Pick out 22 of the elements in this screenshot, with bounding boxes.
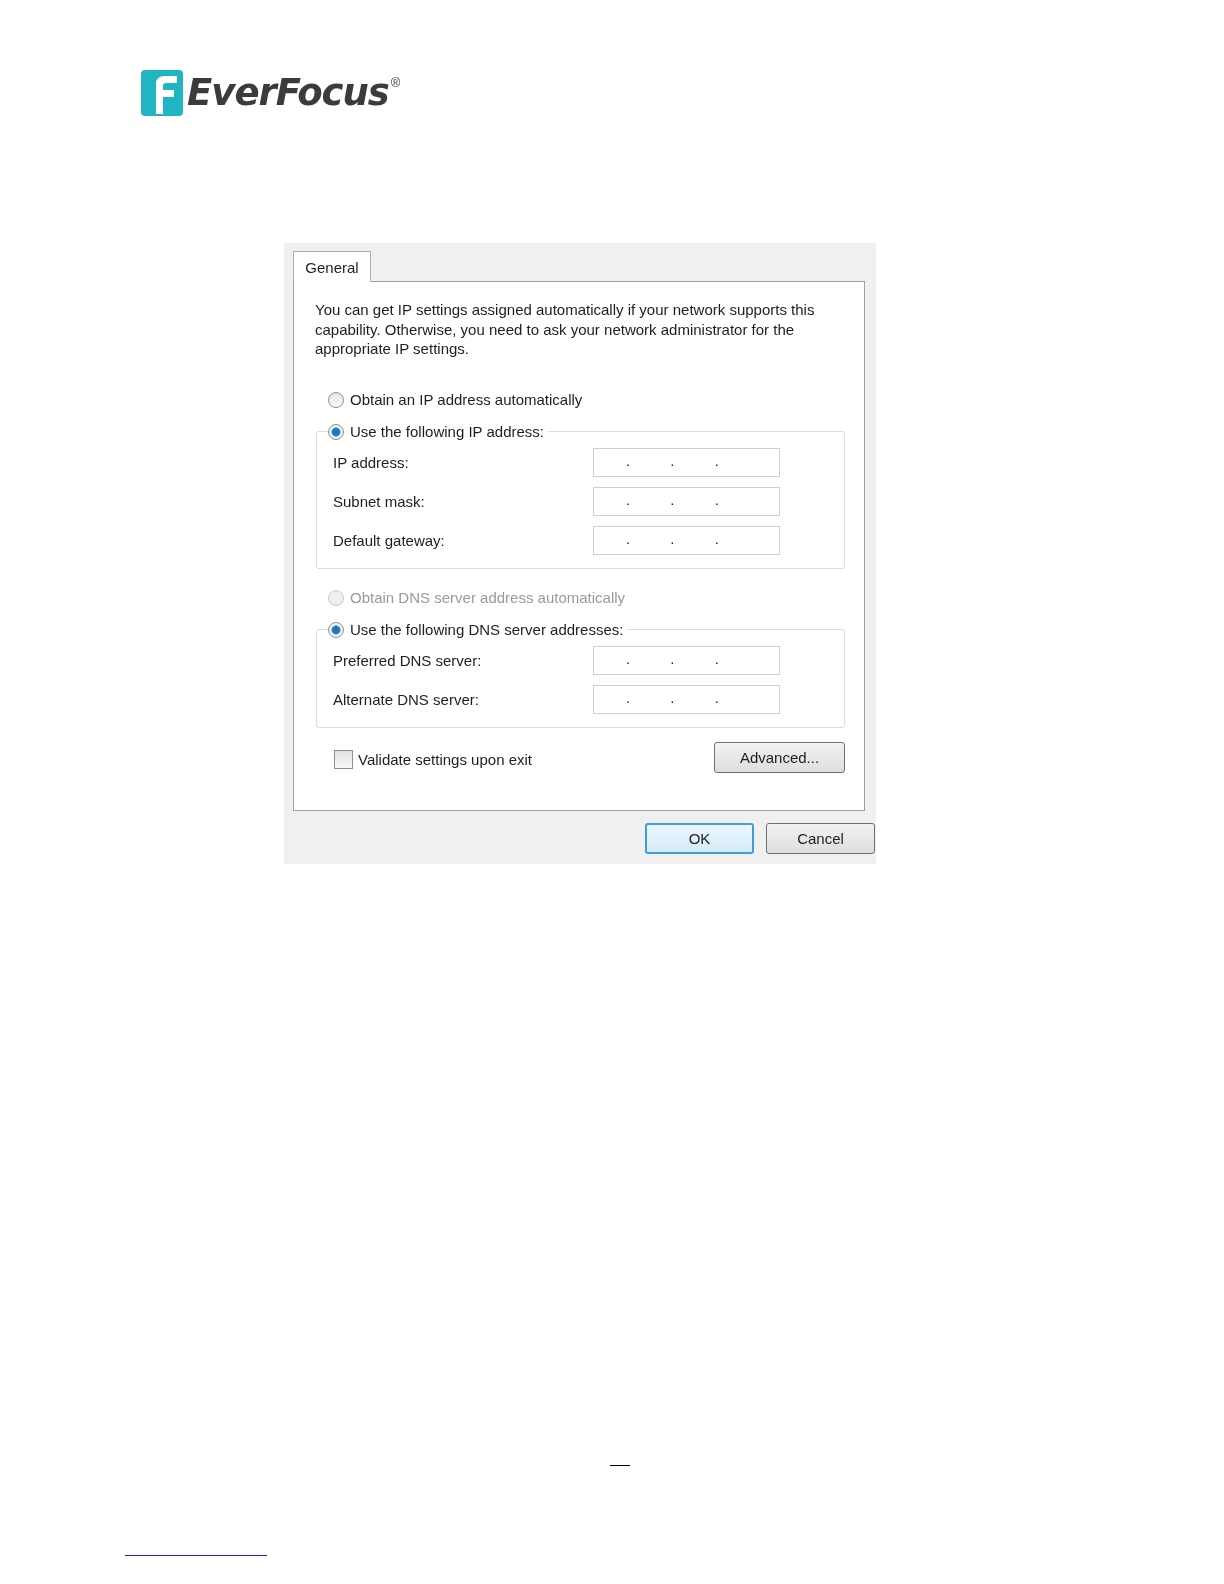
- field-label: Subnet mask:: [333, 492, 426, 510]
- field-label: Preferred DNS server:: [333, 651, 483, 669]
- advanced-button[interactable]: Advanced...: [714, 741, 845, 773]
- radio-option[interactable]: Use the following IP address:: [328, 420, 544, 443]
- dialog-button[interactable]: Cancel: [766, 823, 875, 854]
- radio-option[interactable]: Use the following DNS server addresses:: [328, 618, 624, 641]
- logo-icon: [141, 70, 183, 116]
- brand-name: EverFocus: [187, 70, 389, 116]
- ip-address-field[interactable]: . . .: [593, 447, 780, 477]
- dialog-button[interactable]: OK: [645, 823, 754, 854]
- radio-option[interactable]: Obtain an IP address automatically: [328, 388, 847, 411]
- ip-address-field[interactable]: . . .: [593, 645, 780, 675]
- field-label: Alternate DNS server:: [333, 690, 480, 708]
- field-label: Default gateway:: [333, 531, 446, 549]
- validate-checkbox[interactable]: Validate settings upon exit: [334, 749, 532, 769]
- ip-address-field[interactable]: . . .: [593, 486, 780, 516]
- ip-address-field[interactable]: . . .: [593, 684, 780, 714]
- registered-mark: ®: [390, 74, 401, 92]
- field-label: IP address:: [333, 453, 410, 471]
- tab[interactable]: General: [293, 251, 371, 282]
- intro-text: You can get IP settings assigned automatically if your network supports this capability. Otherwise, you need to ask your network administrator for the appropriate IP settings.: [315, 300, 816, 359]
- ip-address-field[interactable]: . . .: [593, 525, 780, 555]
